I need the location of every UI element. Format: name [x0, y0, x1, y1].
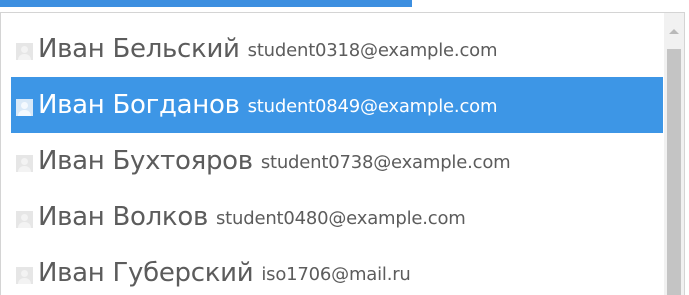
- user-option[interactable]: Иван Губерский iso1706@mail.ru: [11, 245, 663, 295]
- user-name: Иван Бухтояров: [38, 146, 253, 176]
- scrollbar[interactable]: [664, 13, 684, 295]
- user-avatar-icon: [16, 98, 33, 116]
- user-email: student0738@example.com: [260, 152, 511, 173]
- screen: Иван Бельский student0318@example.com Ив…: [0, 0, 689, 295]
- user-avatar-icon: [16, 266, 33, 284]
- user-avatar-icon: [16, 210, 33, 228]
- scroll-up-button[interactable]: [664, 13, 684, 49]
- user-email: student0480@example.com: [215, 208, 466, 229]
- user-option-selected[interactable]: Иван Богданов student0849@example.com: [11, 77, 663, 133]
- user-name: Иван Богданов: [38, 90, 240, 120]
- user-option[interactable]: Иван Волков student0480@example.com: [11, 189, 663, 245]
- user-avatar-icon: [16, 42, 33, 60]
- user-avatar-icon: [16, 154, 33, 172]
- user-list: Иван Бельский student0318@example.com Ив…: [11, 21, 663, 295]
- user-email: student0318@example.com: [247, 40, 498, 61]
- user-dropdown: Иван Бельский student0318@example.com Ив…: [0, 12, 685, 295]
- user-email: iso1706@mail.ru: [261, 264, 411, 285]
- user-option[interactable]: Иван Бельский student0318@example.com: [11, 21, 663, 77]
- user-email: student0849@example.com: [247, 96, 498, 117]
- user-name: Иван Бельский: [38, 34, 240, 64]
- user-name: Иван Губерский: [38, 258, 254, 288]
- user-option[interactable]: Иван Бухтояров student0738@example.com: [11, 133, 663, 189]
- user-name: Иван Волков: [38, 202, 208, 232]
- user-search-field[interactable]: [0, 0, 412, 7]
- scrollbar-thumb[interactable]: [667, 49, 681, 295]
- chevron-up-icon: [669, 28, 679, 34]
